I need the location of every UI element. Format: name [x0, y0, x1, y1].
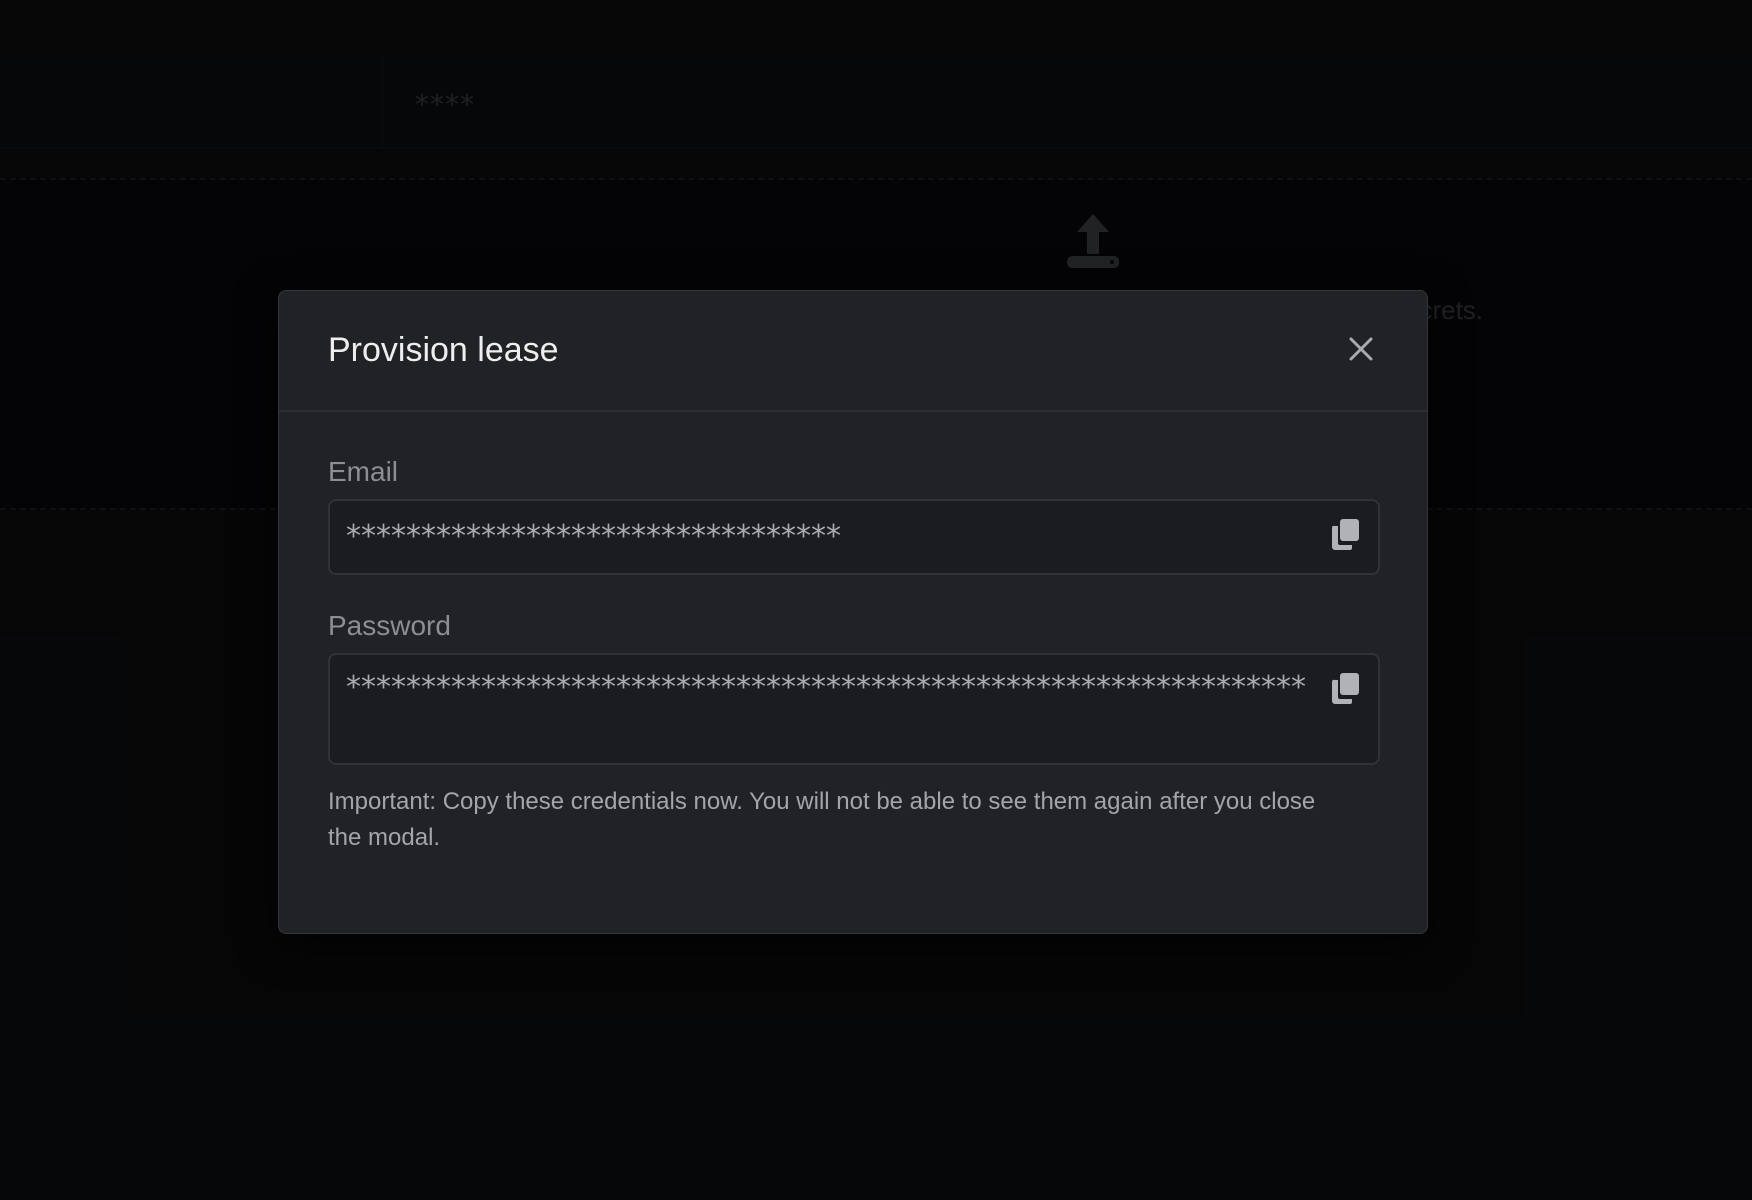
provision-lease-modal: Provision lease Email ******************…: [278, 290, 1428, 934]
page: **** ecrets. Provision lease Email *****…: [0, 0, 1752, 1200]
copy-icon[interactable]: [1330, 517, 1362, 551]
email-label: Email: [328, 456, 399, 487]
email-field[interactable]: *********************************: [328, 499, 1380, 575]
password-value[interactable]: ****************************************…: [346, 667, 1356, 709]
email-value[interactable]: *********************************: [346, 516, 1356, 558]
close-button[interactable]: [1343, 331, 1379, 367]
modal-header: Provision lease: [279, 291, 1427, 412]
copy-icon[interactable]: [1330, 671, 1362, 705]
password-field[interactable]: ****************************************…: [328, 653, 1380, 765]
modal-title: Provision lease: [328, 331, 559, 369]
close-icon: [1349, 337, 1373, 361]
credentials-notice: Important: Copy these credentials now. Y…: [328, 788, 1316, 851]
password-label: Password: [328, 610, 451, 641]
